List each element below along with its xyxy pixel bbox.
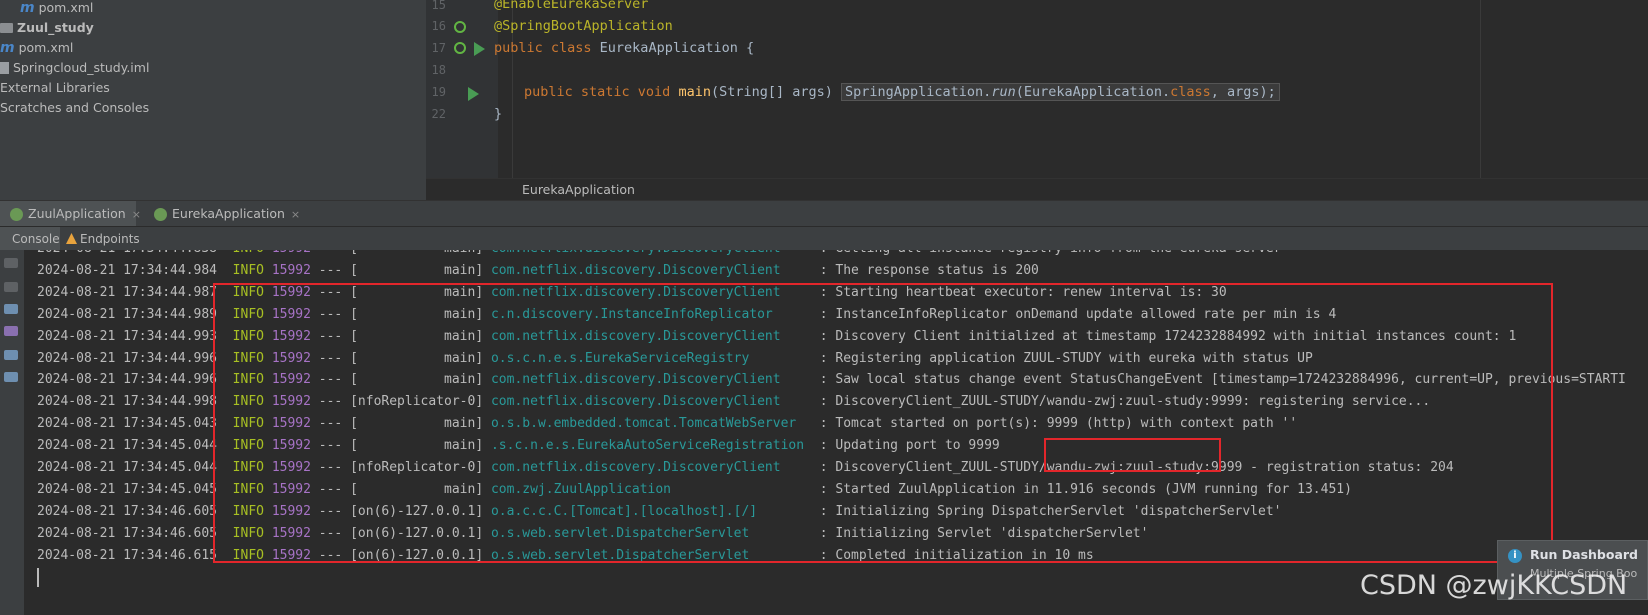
code-line-22: } — [494, 106, 503, 122]
spring-boot-icon — [154, 208, 167, 221]
soft-wrap-icon[interactable] — [4, 304, 18, 314]
spring-bean-icon[interactable] — [454, 42, 466, 54]
tab-console[interactable]: Console — [0, 227, 60, 251]
run-tool-window-tabs: ZuulApplication × EurekaApplication × — [0, 200, 1648, 227]
line-number: 17 — [431, 41, 446, 55]
console-line: 2024-08-21 17:34:44.984 INFO 15992 --- [… — [37, 262, 1039, 278]
text-cursor — [37, 567, 39, 587]
print-icon[interactable] — [4, 350, 18, 360]
console-toolbar — [0, 250, 24, 615]
tree-item[interactable]: m pom.xml — [0, 37, 73, 58]
tree-item[interactable]: Scratches and Consoles — [0, 97, 149, 118]
line-number: 19 — [431, 85, 446, 99]
code-line-19: public static void main(String[] args) S… — [524, 83, 1280, 101]
line-number: 22 — [431, 107, 446, 121]
tree-item-label: pom.xml — [18, 40, 74, 55]
breadcrumb-item[interactable]: EurekaApplication — [522, 182, 635, 197]
endpoints-icon — [66, 233, 77, 244]
tab-endpoints[interactable]: Endpoints — [62, 227, 142, 251]
close-icon[interactable]: × — [291, 208, 300, 221]
folder-icon — [0, 23, 13, 33]
line-number: 16 — [431, 19, 446, 33]
tree-item-label: External Libraries — [0, 80, 110, 95]
clear-all-icon[interactable] — [4, 372, 18, 382]
maven-icon: m — [0, 40, 15, 56]
line-number: 18 — [431, 63, 446, 77]
maven-icon: m — [20, 0, 35, 16]
close-icon[interactable]: × — [132, 208, 141, 221]
highlight-box — [1044, 438, 1221, 472]
info-icon: i — [1508, 549, 1522, 563]
line-number: 15 — [431, 0, 446, 12]
project-tree-panel: m pom.xml Zuul_study m pom.xml Springcloud_st… — [0, 0, 426, 200]
tab-eureka-application[interactable]: EurekaApplication × — [144, 201, 300, 227]
spring-boot-icon — [10, 208, 23, 221]
tree-item-label: Springcloud_study.iml — [13, 60, 150, 75]
console-sub-tabs: Console Endpoints — [0, 226, 1648, 252]
run-gutter-icon[interactable] — [474, 42, 485, 56]
down-arrow-icon[interactable] — [4, 282, 18, 292]
scroll-to-end-icon[interactable] — [4, 326, 18, 336]
spring-bean-icon[interactable] — [454, 21, 466, 33]
up-arrow-icon[interactable] — [4, 258, 18, 268]
folded-code-region: SpringApplication.run(EurekaApplication.… — [841, 83, 1280, 101]
run-gutter-icon[interactable] — [468, 87, 479, 101]
code-line-15: @EnableEurekaServer — [494, 0, 649, 12]
tab-zuul-application[interactable]: ZuulApplication × — [0, 201, 141, 227]
tree-item[interactable]: Springcloud_study.iml — [0, 57, 149, 78]
tree-item-label: pom.xml — [38, 0, 94, 15]
breadcrumb[interactable]: EurekaApplication — [426, 178, 1648, 201]
tree-item[interactable]: External Libraries — [0, 77, 110, 98]
tree-item-label: Scratches and Consoles — [0, 100, 150, 115]
notification-title: Run Dashboard — [1530, 547, 1639, 562]
code-line-17: public class EurekaApplication { — [494, 40, 755, 56]
code-editor[interactable]: 15 16 17 18 19 22 @EnableEurekaServer @S… — [426, 0, 1648, 178]
tree-item[interactable]: Zuul_study — [0, 17, 94, 38]
tree-item-label: Zuul_study — [17, 20, 94, 35]
editor-gutter: 15 16 17 18 19 22 — [426, 0, 498, 178]
tree-item[interactable]: m pom.xml — [20, 0, 93, 18]
watermark: CSDN @zwjKKCSDN — [1360, 570, 1628, 601]
highlight-box — [213, 283, 1553, 563]
iml-file-icon — [0, 62, 9, 74]
code-line-16: @SpringBootApplication — [494, 18, 673, 34]
